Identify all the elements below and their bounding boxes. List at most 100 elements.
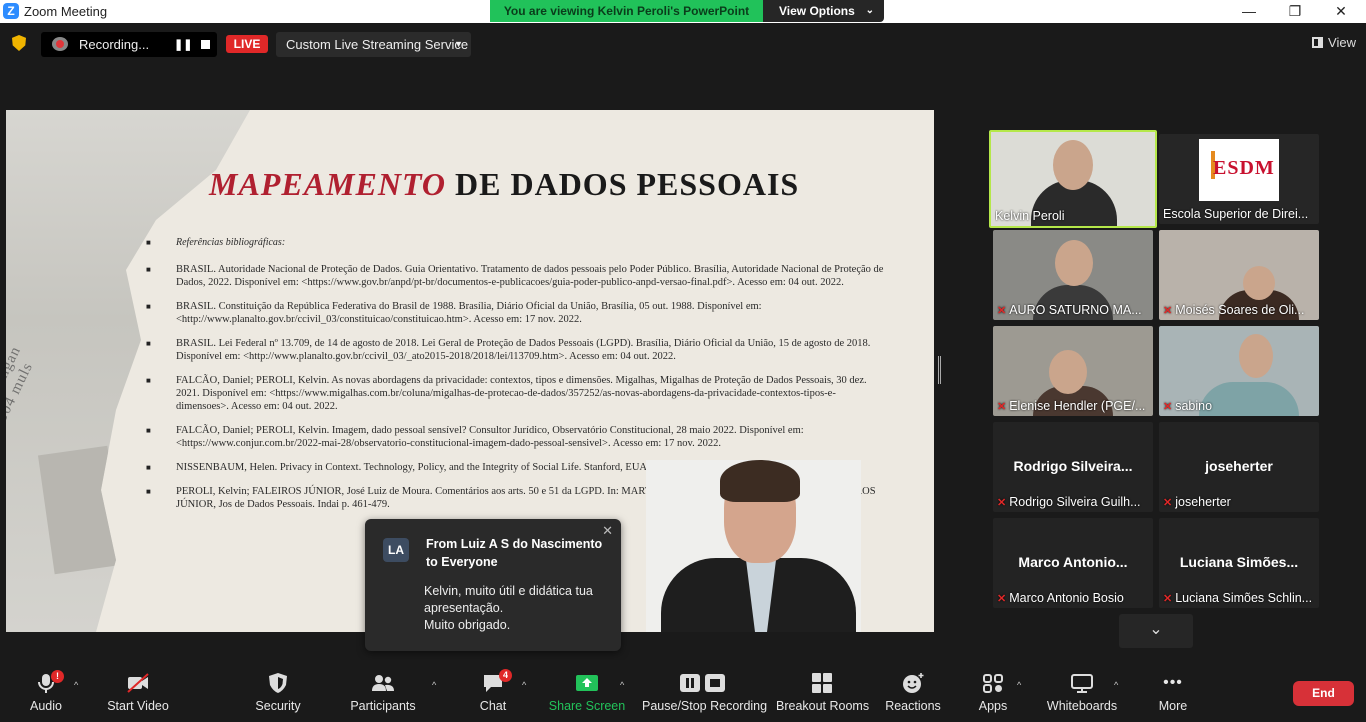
participant-display-name: joseherter [1205, 458, 1273, 474]
share-screen-label: Share Screen [548, 699, 626, 713]
muted-mic-icon: ✕ [1163, 401, 1173, 413]
references-header: Referências bibliográficas: [146, 236, 886, 249]
whiteboards-label: Whiteboards [1046, 699, 1118, 713]
whiteboards-button[interactable]: Whiteboards [1044, 660, 1120, 722]
zoom-logo-icon: Z [3, 3, 19, 19]
live-badge: LIVE [226, 35, 268, 53]
audio-button[interactable]: ! Audio [20, 660, 72, 722]
video-off-icon [127, 673, 149, 693]
chat-button[interactable]: 4 Chat [470, 660, 516, 722]
window-title-bar: Z Zoom Meeting You are viewing Kelvin Pe… [0, 0, 1366, 23]
pause-recording-icon[interactable]: ❚❚ [174, 38, 192, 51]
apps-button[interactable]: Apps [972, 660, 1014, 722]
recording-label: Recording... [79, 37, 150, 52]
muted-mic-icon: ✕ [1163, 497, 1173, 509]
participants-options-caret[interactable]: ^ [432, 680, 436, 690]
security-button[interactable]: Security [250, 660, 306, 722]
slide-title: MAPEAMENTO DE DADOS PESSOAIS [209, 166, 799, 203]
live-stream-dropdown[interactable]: Custom Live Streaming Service ▼ [276, 32, 471, 57]
participant-name: ✕ Elenise Hendler (PGE/... [997, 399, 1146, 413]
sender-avatar: LA [383, 538, 409, 562]
stream-service-label: Custom Live Streaming Service [286, 37, 469, 52]
whiteboard-icon [1071, 674, 1093, 693]
audio-options-caret[interactable]: ^ [74, 680, 78, 690]
participants-button[interactable]: Participants [346, 660, 420, 722]
participant-name: ✕ Rodrigo Silveira Guilh... [997, 495, 1141, 509]
encryption-shield-icon[interactable] [12, 35, 26, 51]
slide-title-rest: DE DADOS PESSOAIS [446, 166, 800, 202]
muted-mic-icon: ✕ [997, 401, 1007, 413]
participant-avatar-face [1053, 140, 1093, 190]
breakout-rooms-label: Breakout Rooms [776, 699, 870, 713]
end-meeting-button[interactable]: End [1293, 681, 1354, 706]
meeting-status-bar: Recording... ❚❚ LIVE Custom Live Streami… [0, 23, 1366, 65]
chat-label: Chat [479, 699, 507, 713]
collage-strip [37, 445, 125, 575]
start-video-button[interactable]: Start Video [104, 660, 172, 722]
slide-title-accent: MAPEAMENTO [209, 166, 447, 202]
participant-display-name: Marco Antonio... [1018, 554, 1128, 570]
reactions-button[interactable]: Reactions [884, 660, 942, 722]
participant-tile[interactable]: Rodrigo Silveira... ✕ Rodrigo Silveira Gu… [993, 422, 1153, 512]
pause-stop-recording-label: Pause/Stop Recording [642, 699, 768, 713]
muted-mic-icon: ✕ [1163, 593, 1173, 605]
reference-item: FALCÃO, Daniel; PEROLI, Kelvin. Imagem, … [146, 424, 886, 450]
participant-name: ✕ Moisés Soares de Oli... [1163, 303, 1305, 317]
participant-tile[interactable]: ESDM Escola Superior de Direi... [1159, 134, 1319, 224]
participant-tile[interactable]: Kelvin Peroli [989, 130, 1157, 228]
muted-mic-icon: ✕ [997, 593, 1007, 605]
minimize-button[interactable]: — [1226, 0, 1272, 23]
participants-icon [372, 675, 394, 691]
participant-tile[interactable]: ✕ Elenise Hendler (PGE/... [993, 326, 1153, 416]
breakout-rooms-button[interactable]: Breakout Rooms [776, 660, 870, 722]
more-dots-icon: ••• [1163, 674, 1183, 691]
participant-display-name: Luciana Simões... [1179, 554, 1299, 570]
participant-avatar-face [1239, 334, 1273, 378]
meeting-toolbar: ! Audio ^ Start Video Security Participa… [0, 660, 1366, 722]
participant-name: ✕ AURO SATURNO MA... [997, 303, 1142, 317]
chevron-down-icon: ⌄ [865, 5, 874, 16]
restore-button[interactable]: ❐ [1272, 0, 1318, 23]
recording-indicator: Recording... ❚❚ [41, 32, 217, 57]
participant-name: Escola Superior de Direi... [1163, 207, 1309, 221]
participant-tile[interactable]: Marco Antonio... ✕ Marco Antonio Bosio [993, 518, 1153, 608]
close-window-button[interactable]: ✕ [1318, 0, 1364, 23]
participant-name: ✕ sabino [1163, 399, 1213, 413]
chat-unread-badge: 4 [499, 669, 512, 682]
logo-text: ESDM [1213, 157, 1275, 179]
muted-mic-icon: ✕ [997, 305, 1007, 317]
audio-warning-badge: ! [51, 670, 64, 683]
stop-recording-icon[interactable] [201, 40, 210, 49]
view-options-button[interactable]: View Options ⌄ [763, 0, 884, 22]
share-options-caret[interactable]: ^ [620, 680, 624, 690]
view-button[interactable]: View [1312, 35, 1356, 50]
pause-stop-recording-button[interactable]: Pause/Stop Recording [642, 660, 768, 722]
participant-tile[interactable]: Luciana Simões... ✕ Luciana Simões Schlin… [1159, 518, 1319, 608]
reference-item: FALCÃO, Daniel; PEROLI, Kelvin. As novas… [146, 374, 886, 413]
reference-item: BRASIL. Autoridade Nacional de Proteção … [146, 263, 886, 289]
participant-tile[interactable]: ✕ AURO SATURNO MA... [993, 230, 1153, 320]
chat-options-caret[interactable]: ^ [522, 680, 526, 690]
share-screen-button[interactable]: Share Screen [548, 660, 626, 722]
start-video-label: Start Video [107, 699, 169, 713]
apps-options-caret[interactable]: ^ [1017, 680, 1021, 690]
reference-item: BRASIL. Constituição da República Federa… [146, 300, 886, 326]
window-title: Zoom Meeting [24, 4, 108, 19]
panel-splitter-handle[interactable] [938, 356, 941, 384]
chat-notification[interactable]: LA From Luiz A S do Nascimento to Everyo… [365, 519, 621, 651]
more-button[interactable]: ••• More [1150, 660, 1196, 722]
participant-tile[interactable]: ✕ Moisés Soares de Oli... [1159, 230, 1319, 320]
participant-tile[interactable]: joseherter ✕ joseherter [1159, 422, 1319, 512]
close-icon[interactable]: ✕ [602, 523, 613, 539]
whiteboards-options-caret[interactable]: ^ [1114, 680, 1118, 690]
chat-sender: From Luiz A S do Nascimento to Everyone [426, 537, 603, 569]
apps-icon [983, 674, 1003, 693]
caret-down-icon: ▼ [454, 39, 463, 49]
participant-name: ✕ Luciana Simões Schlin... [1163, 591, 1313, 605]
participant-avatar-face [1055, 240, 1093, 286]
participant-tile[interactable]: ✕ sabino [1159, 326, 1319, 416]
gallery-next-page-button[interactable]: ⌄ [1119, 614, 1193, 648]
collage-text: Age lebih efekt silatur 114 tokoh pend d… [6, 343, 37, 432]
chevron-down-icon: ⌄ [1149, 621, 1163, 638]
reactions-label: Reactions [885, 699, 941, 713]
